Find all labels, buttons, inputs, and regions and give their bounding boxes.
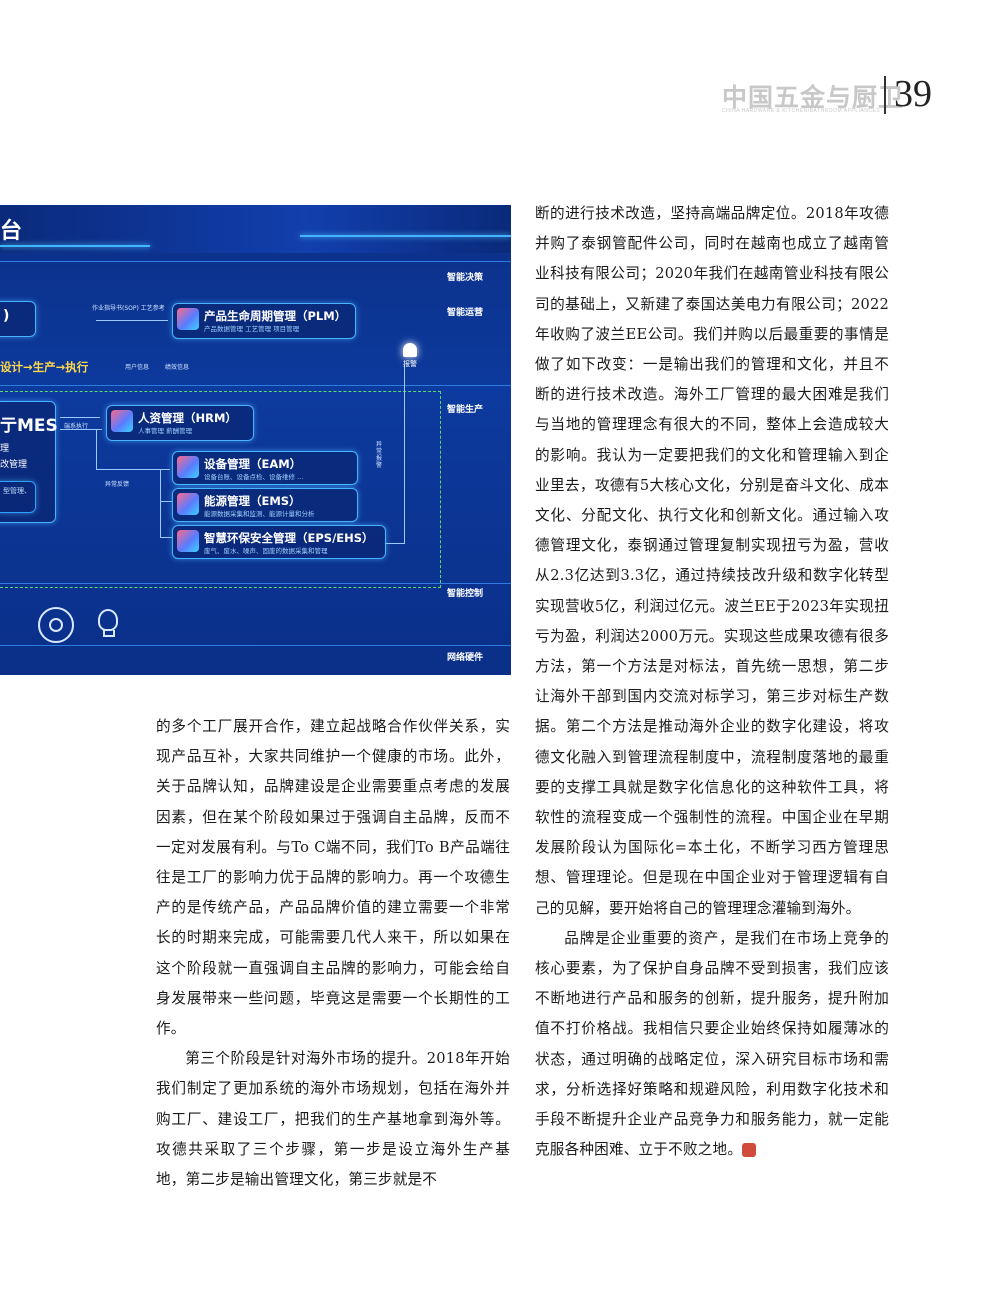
module-icon (177, 456, 199, 478)
mes-note-box: 型管理、 (0, 481, 36, 513)
paragraph-text: 品牌是企业重要的资产，是我们在市场上竞争的核心要素，为了保护自身品牌不受到损害，… (535, 929, 889, 1159)
module-eam: 设备管理（EAM） 设备台账、设备点检、设备维修 ... (172, 451, 358, 485)
layer-label: 智能运营 (446, 308, 483, 318)
paragraph: 的多个工厂展开合作，建立起战略合作伙伴关系，实现产品互补，大家共同维护一个健康的… (156, 718, 510, 1038)
mes-line: 改管理 (0, 460, 28, 470)
mes-note: 型管理、 (3, 487, 31, 495)
module-title: 人资管理（HRM） (138, 411, 237, 425)
mes-line: 理 (0, 444, 10, 454)
glow-line (300, 235, 511, 237)
connector (384, 543, 405, 544)
alarm-label: 报警 (403, 360, 417, 368)
module-icon (177, 493, 199, 515)
abnormal-note: 异常反馈 (105, 481, 130, 488)
layer-decision: 智能决策 (0, 261, 511, 286)
paragraph: 第三个阶段是针对海外市场的提升。2018年开始我们制定了更加系统的海外市场规划，… (156, 1050, 510, 1189)
module-ems: 能源管理（EMS） 能源数据采集和监测、能源计量和分析 (172, 488, 358, 522)
layer-label: 网络硬件 (446, 653, 483, 663)
perf-info-note: 绩效信息 (165, 364, 190, 371)
vertical-note: 异常报警 (376, 441, 383, 469)
connector (160, 501, 172, 502)
module-subtitle: 产品数据管理 工艺管理 项目管理 (204, 325, 300, 333)
module-subtitle: 设备台账、设备点检、设备维修 ... (204, 473, 304, 481)
module-ehs: 智慧环保安全管理（EPS/EHS） 废气、废水、噪声、固废的数据采集和管理 (172, 525, 386, 559)
module-subtitle: 人事管理 薪酬管理 (138, 427, 193, 435)
architecture-diagram: 台 智能决策 智能运营 智能生产 智能控制 网络硬件 ) 设计→生产→执行 亍M… (0, 205, 511, 675)
mes-title: 亍MES (0, 416, 58, 436)
layer-label: 智能决策 (446, 273, 483, 283)
plm-note: 作业指导书(SOP) 工艺参考 (92, 305, 165, 312)
connector (160, 537, 172, 538)
layer-label: 智能控制 (446, 589, 483, 599)
glow-line (0, 245, 150, 247)
connector (160, 469, 161, 537)
header-divider (884, 76, 886, 114)
camera-icon (38, 607, 74, 643)
connector (404, 365, 405, 543)
left-text-column: 的多个工厂展开合作，建立起战略合作伙伴关系，实现产品互补，大家共同维护一个健康的… (156, 712, 510, 1195)
module-subtitle: 废气、废水、噪声、固废的数据采集和管理 (204, 547, 328, 555)
left-module-box: ) (0, 301, 36, 337)
connector (60, 417, 100, 418)
layer-network: 网络硬件 (0, 645, 511, 675)
connector (96, 469, 170, 470)
connector (96, 320, 168, 321)
right-text-column: 断的进行技术改造，坚持高端品牌定位。2018年攻德并购了泰钢管配件公司，同时在越… (535, 199, 889, 1166)
module-title: 智慧环保安全管理（EPS/EHS） (204, 531, 374, 545)
flow-text: 设计→生产→执行 (0, 360, 89, 374)
magazine-subtitle: CHINA HARDWARE & KITCHEN/BATHROOM APPLIA… (722, 108, 881, 114)
module-icon (177, 308, 199, 330)
paragraph: 断的进行技术改造，坚持高端品牌定位。2018年攻德并购了泰钢管配件公司，同时在越… (535, 205, 889, 917)
lightbulb-icon (98, 609, 118, 631)
module-subtitle: 能源数据采集和监测、能源计量和分析 (204, 510, 315, 518)
user-info-note: 用户信息 (125, 364, 150, 371)
end-mark-icon: 回 (742, 1143, 780, 1158)
module-title: 产品生命周期管理（PLM） (204, 309, 347, 323)
diagram-title-fragment: 台 (0, 219, 23, 244)
edge-exec-note: 端系执行 (64, 423, 89, 430)
left-module-text: ) (3, 308, 10, 324)
paragraph: 品牌是企业重要的资产，是我们在市场上竞争的核心要素，为了保护自身品牌不受到损害，… (535, 924, 889, 1166)
module-title: 能源管理（EMS） (204, 494, 301, 508)
module-icon (177, 530, 199, 552)
module-icon (111, 410, 133, 432)
alarm-icon: 报警 (395, 343, 425, 369)
lightbulb-base (103, 630, 115, 637)
module-hrm: 人资管理（HRM） 人事管理 薪酬管理 (106, 405, 254, 441)
module-title: 设备管理（EAM） (204, 457, 302, 471)
page-number: 39 (894, 73, 932, 115)
connector (96, 429, 97, 469)
layer-label: 智能生产 (446, 405, 483, 415)
module-plm: 产品生命周期管理（PLM） 产品数据管理 工艺管理 项目管理 (172, 303, 356, 339)
